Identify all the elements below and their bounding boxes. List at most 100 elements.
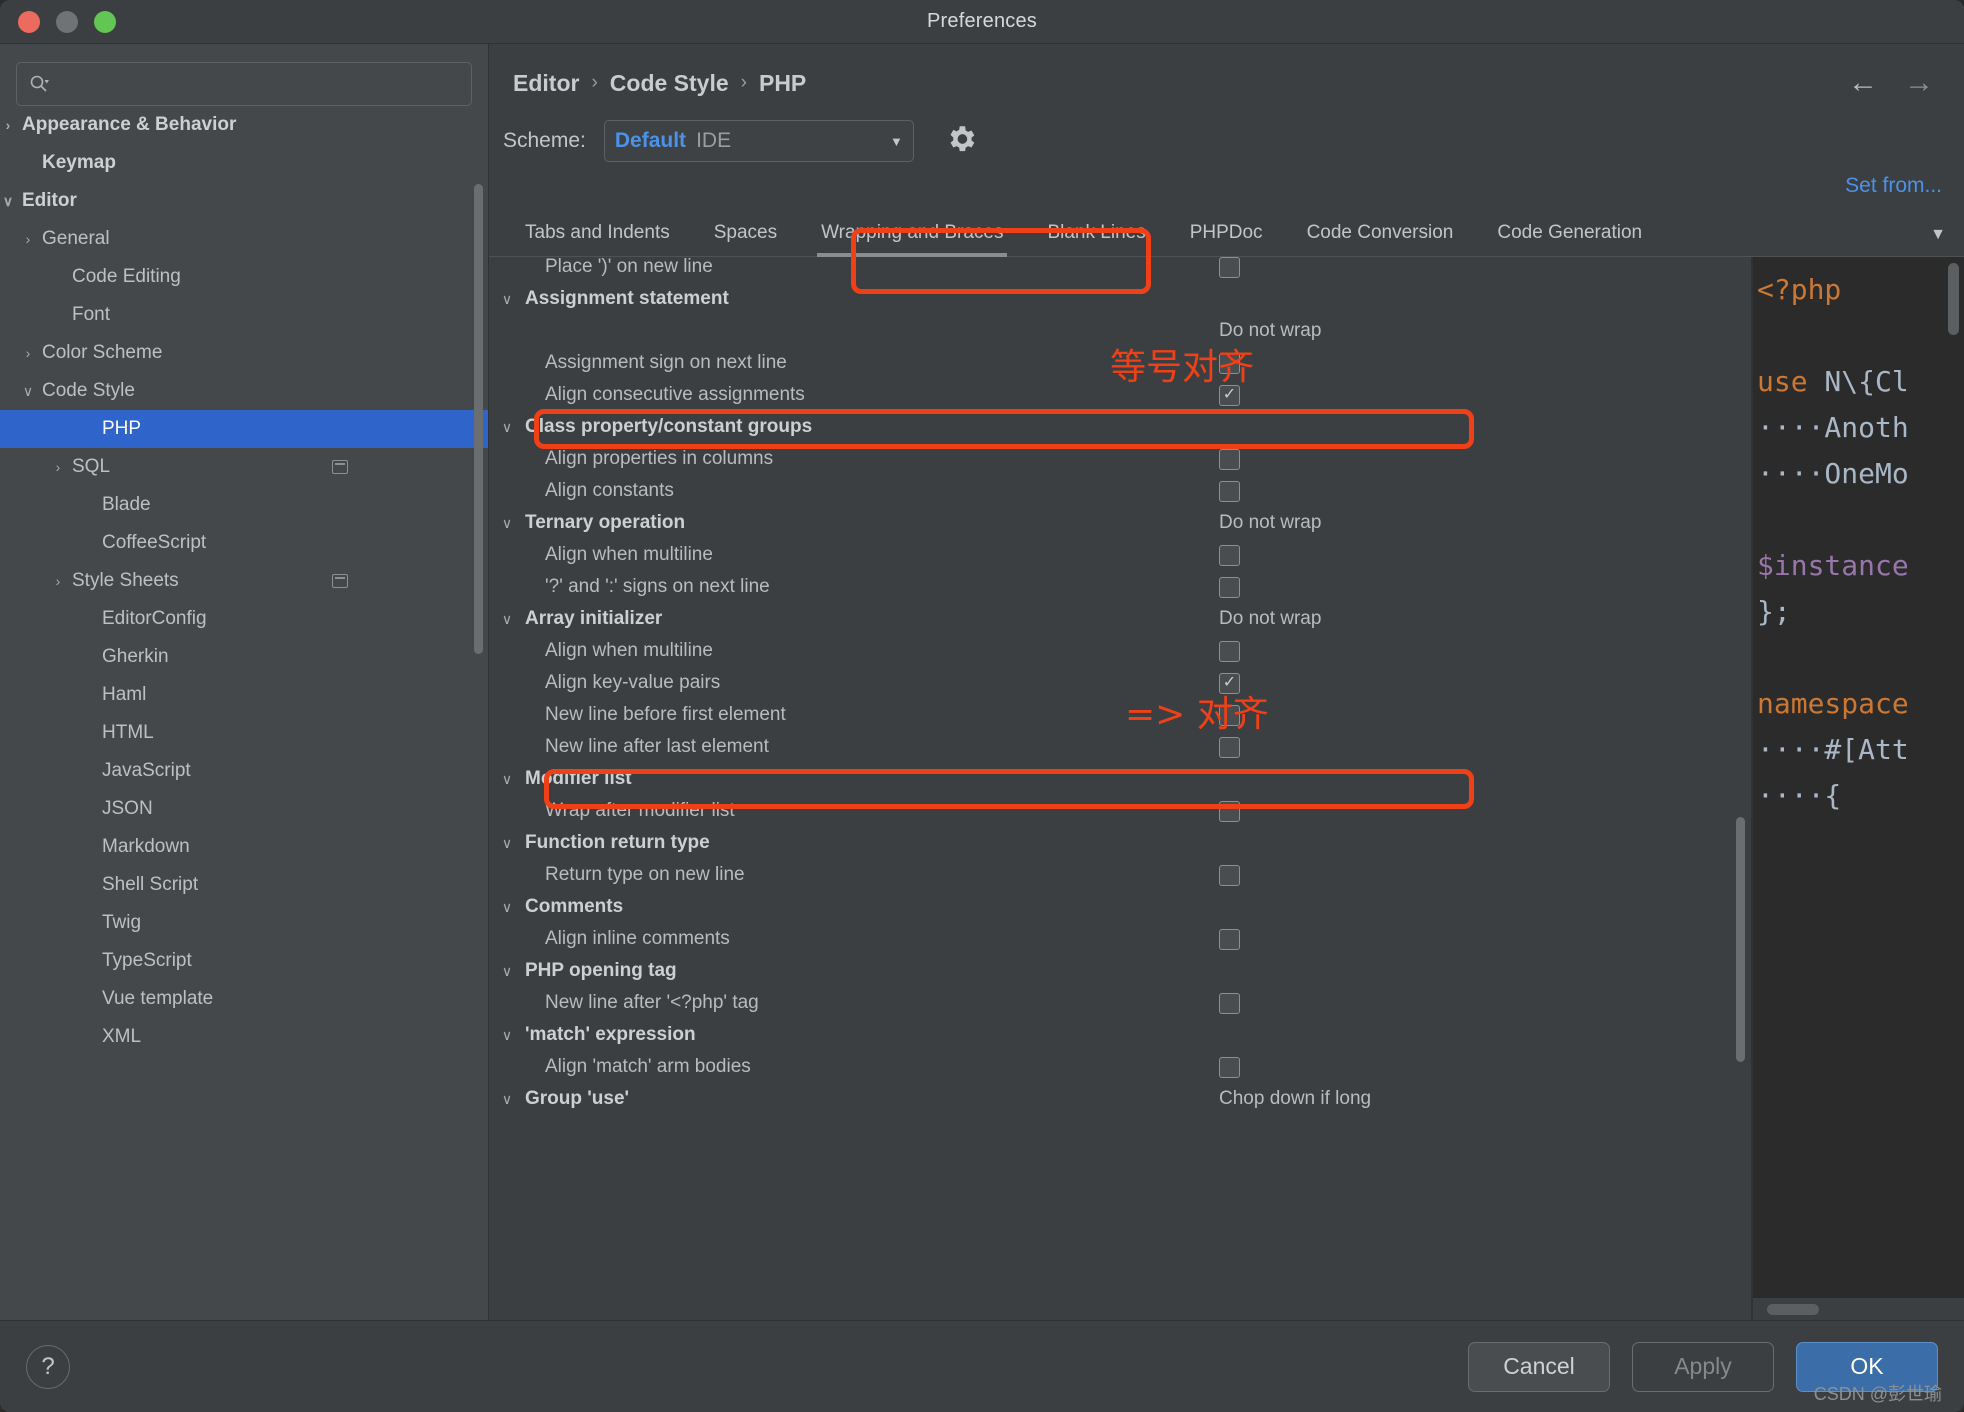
wrap-mode-value[interactable]: Do not wrap	[1219, 512, 1321, 534]
tab-spaces[interactable]: Spaces	[692, 212, 799, 256]
checkbox-unchecked[interactable]	[1219, 544, 1240, 566]
option-group-group-use[interactable]: ∨ Group 'use' Chop down if long	[489, 1083, 1751, 1115]
chevron-down-icon[interactable]: ∨	[489, 835, 525, 852]
tab-blank-lines[interactable]: Blank Lines	[1025, 212, 1167, 256]
chevron-right-icon[interactable]: ›	[48, 459, 68, 475]
sidebar-item-html[interactable]: HTML	[0, 714, 488, 752]
sidebar-item-json[interactable]: JSON	[0, 790, 488, 828]
sidebar-item-typescript[interactable]: TypeScript	[0, 942, 488, 980]
checkbox-unchecked[interactable]	[1219, 576, 1240, 598]
option-row-align-properties-in-columns[interactable]: Align properties in columns	[489, 443, 1751, 475]
option-group-ternary-operation[interactable]: ∨ Ternary operation Do not wrap	[489, 507, 1751, 539]
tab-wrapping-and-braces[interactable]: Wrapping and Braces	[799, 212, 1025, 257]
tab-code-conversion[interactable]: Code Conversion	[1285, 212, 1476, 256]
chevron-down-icon[interactable]: ∨	[489, 899, 525, 916]
chevron-down-icon[interactable]: ∨	[489, 291, 525, 308]
option-group-comments[interactable]: ∨ Comments	[489, 891, 1751, 923]
option-row-place-on-new-line[interactable]: Place ')' on new line	[489, 257, 1751, 283]
sidebar-item-editor[interactable]: ∨ Editor	[0, 182, 488, 220]
breadcrumb-item-code-style[interactable]: Code Style	[610, 70, 729, 97]
checkbox-unchecked[interactable]	[1219, 864, 1240, 886]
option-group-assignment-statement[interactable]: ∨ Assignment statement	[489, 283, 1751, 315]
gear-icon[interactable]	[944, 122, 978, 161]
checkbox-checked[interactable]: ✓	[1219, 672, 1240, 694]
option-row-and-signs-on-next-line[interactable]: '?' and ':' signs on next line	[489, 571, 1751, 603]
sidebar-item-xml[interactable]: XML	[0, 1018, 488, 1056]
option-row-align-key-value-pairs[interactable]: Align key-value pairs ✓	[489, 667, 1751, 699]
checkbox-unchecked[interactable]	[1219, 640, 1240, 662]
checkbox-unchecked[interactable]	[1219, 257, 1240, 278]
chevron-down-icon[interactable]: ∨	[0, 193, 18, 210]
sidebar-item-vue-template[interactable]: Vue template	[0, 980, 488, 1018]
sidebar-item-code-editing[interactable]: Code Editing	[0, 258, 488, 296]
chevron-down-icon[interactable]: ∨	[489, 963, 525, 980]
option-group-array-initializer[interactable]: ∨ Array initializer Do not wrap	[489, 603, 1751, 635]
sidebar-item-appearance-behavior[interactable]: › Appearance & Behavior	[0, 116, 488, 144]
option-row-align-when-multiline[interactable]: Align when multiline	[489, 539, 1751, 571]
tab-code-generation[interactable]: Code Generation	[1475, 212, 1664, 256]
option-row-wrap-after-modifier-list[interactable]: Wrap after modifier list	[489, 795, 1751, 827]
tab-tabs-and-indents[interactable]: Tabs and Indents	[503, 212, 692, 256]
options-scrollbar[interactable]	[1736, 817, 1745, 1062]
option-group-class-property-constant-groups[interactable]: ∨ Class property/constant groups	[489, 411, 1751, 443]
checkbox-unchecked[interactable]	[1219, 352, 1240, 374]
option-group-function-return-type[interactable]: ∨ Function return type	[489, 827, 1751, 859]
scheme-dropdown[interactable]: Default IDE ▼	[603, 120, 914, 162]
sidebar-item-font[interactable]: Font	[0, 296, 488, 334]
set-from-link[interactable]: Set from...	[1845, 174, 1942, 197]
chevron-down-icon[interactable]: ∨	[489, 1027, 525, 1044]
sidebar-item-haml[interactable]: Haml	[0, 676, 488, 714]
sidebar-scrollbar[interactable]	[474, 184, 483, 654]
forward-arrow-icon[interactable]: →	[1904, 68, 1934, 98]
checkbox-unchecked[interactable]	[1219, 480, 1240, 502]
preview-vertical-scrollbar[interactable]	[1948, 263, 1959, 335]
option-row-new-line-before-first-element[interactable]: New line before first element	[489, 699, 1751, 731]
sidebar-item-markdown[interactable]: Markdown	[0, 828, 488, 866]
sidebar-item-php[interactable]: PHP	[0, 410, 488, 448]
option-row-return-type-on-new-line[interactable]: Return type on new line	[489, 859, 1751, 891]
sidebar-item-keymap[interactable]: Keymap	[0, 144, 488, 182]
wrap-mode-value[interactable]: Do not wrap	[1219, 320, 1321, 342]
breadcrumb-item-editor[interactable]: Editor	[513, 70, 579, 97]
chevron-down-icon[interactable]: ∨	[489, 515, 525, 532]
option-row-align-inline-comments[interactable]: Align inline comments	[489, 923, 1751, 955]
breadcrumb-item-php[interactable]: PHP	[759, 70, 806, 97]
wrap-mode-value[interactable]: Chop down if long	[1219, 1088, 1371, 1110]
sidebar-item-twig[interactable]: Twig	[0, 904, 488, 942]
checkbox-unchecked[interactable]	[1219, 1056, 1240, 1078]
option-row-do-not-wrap[interactable]: Do not wrap	[489, 315, 1751, 347]
apply-button[interactable]: Apply	[1632, 1341, 1774, 1392]
tabs-overflow-chevron-down-icon[interactable]: ▼	[1912, 226, 1964, 256]
cancel-button[interactable]: Cancel	[1468, 1341, 1610, 1392]
chevron-down-icon[interactable]: ∨	[18, 383, 38, 400]
sidebar-item-code-style[interactable]: ∨ Code Style	[0, 372, 488, 410]
checkbox-checked[interactable]: ✓	[1219, 384, 1240, 406]
chevron-down-icon[interactable]: ∨	[489, 611, 525, 628]
checkbox-unchecked[interactable]	[1219, 928, 1240, 950]
search-input[interactable]	[55, 74, 459, 94]
chevron-right-icon[interactable]: ›	[0, 117, 18, 133]
sidebar-item-blade[interactable]: Blade	[0, 486, 488, 524]
sidebar-item-style-sheets[interactable]: › Style Sheets	[0, 562, 488, 600]
option-group-modifier-list[interactable]: ∨ Modifier list	[489, 763, 1751, 795]
sidebar-item-gherkin[interactable]: Gherkin	[0, 638, 488, 676]
sidebar-item-general[interactable]: › General	[0, 220, 488, 258]
sidebar-item-coffeescript[interactable]: CoffeeScript	[0, 524, 488, 562]
tab-phpdoc[interactable]: PHPDoc	[1168, 212, 1285, 256]
option-row-assignment-sign-on-next-line[interactable]: Assignment sign on next line	[489, 347, 1751, 379]
chevron-down-icon[interactable]: ∨	[489, 771, 525, 788]
option-row-align-match-arm-bodies[interactable]: Align 'match' arm bodies	[489, 1051, 1751, 1083]
checkbox-unchecked[interactable]	[1219, 448, 1240, 470]
option-group-match-expression[interactable]: ∨'match' expression	[489, 1019, 1751, 1051]
search-box[interactable]	[16, 62, 472, 106]
option-row-align-consecutive-assignments[interactable]: Align consecutive assignments ✓	[489, 379, 1751, 411]
checkbox-unchecked[interactable]	[1219, 704, 1240, 726]
chevron-down-icon[interactable]: ∨	[489, 419, 525, 436]
sidebar-item-javascript[interactable]: JavaScript	[0, 752, 488, 790]
sidebar-item-shell-script[interactable]: Shell Script	[0, 866, 488, 904]
option-group-php-opening-tag[interactable]: ∨ PHP opening tag	[489, 955, 1751, 987]
back-arrow-icon[interactable]: ←	[1848, 68, 1878, 98]
sidebar-item-sql[interactable]: › SQL	[0, 448, 488, 486]
option-row-new-line-after-php-tag[interactable]: New line after '<?php' tag	[489, 987, 1751, 1019]
chevron-down-icon[interactable]: ∨	[489, 1091, 525, 1108]
